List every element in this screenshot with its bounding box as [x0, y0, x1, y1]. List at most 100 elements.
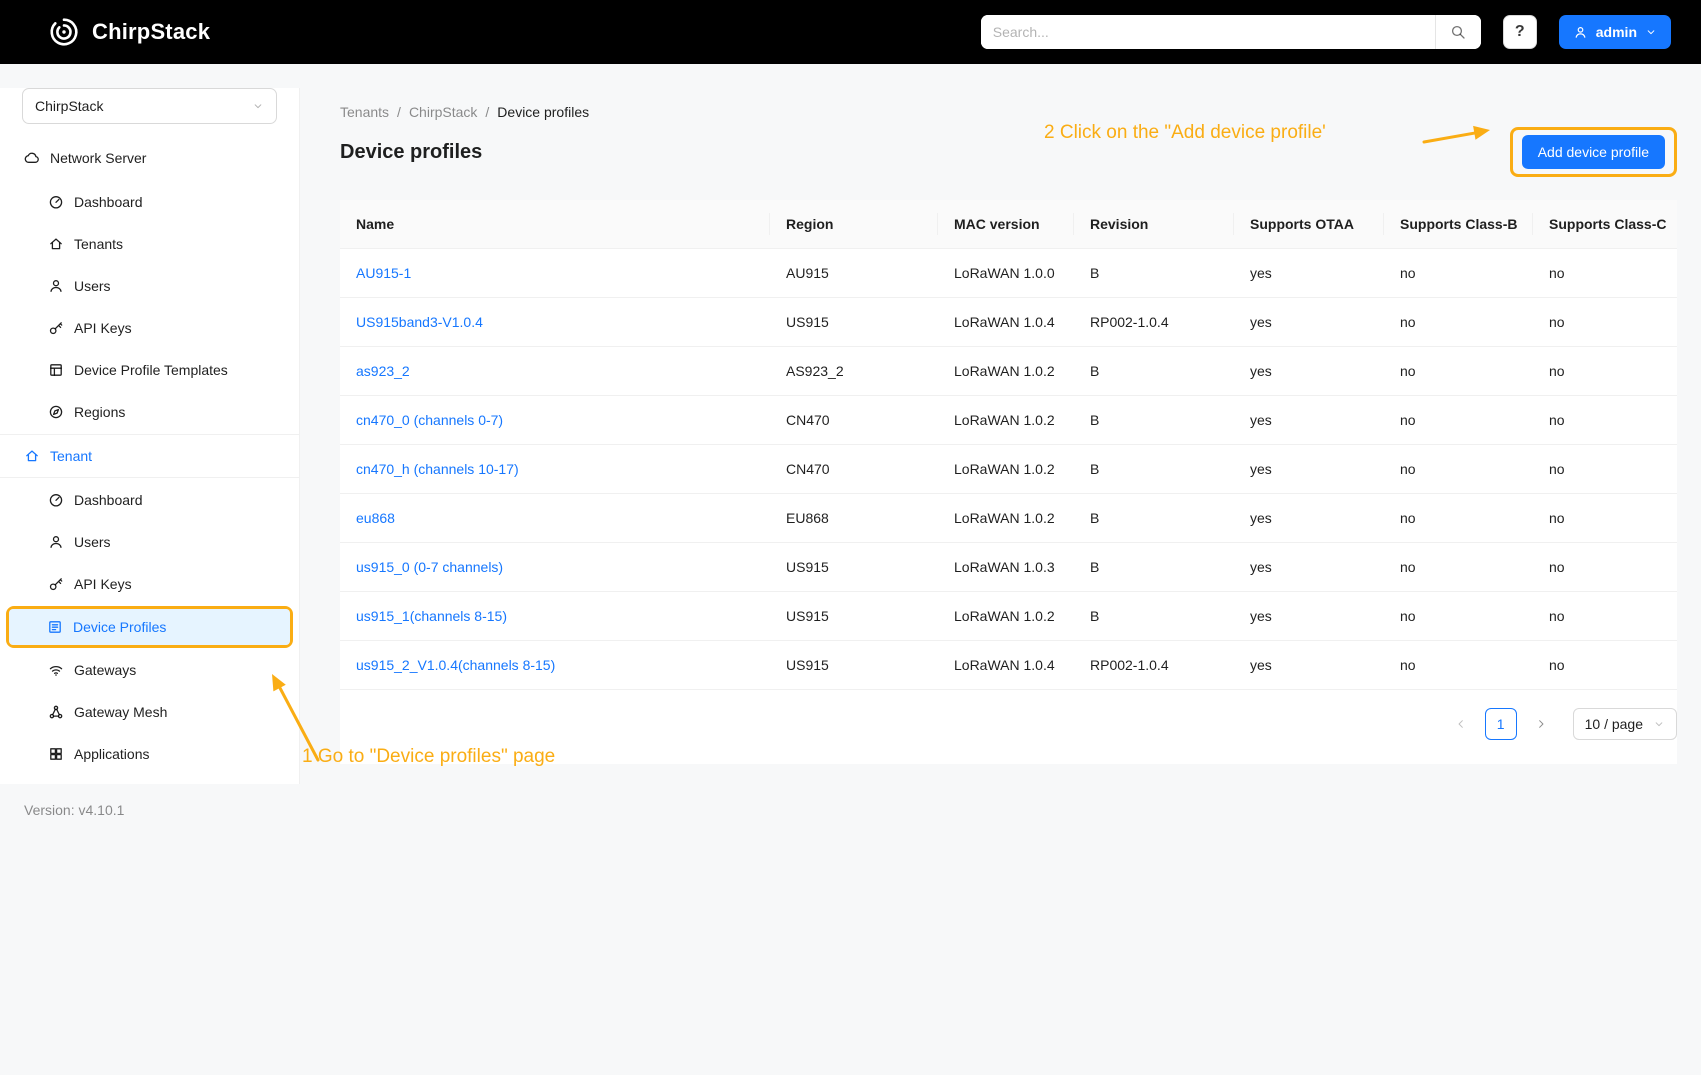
next-page-button[interactable] [1525, 708, 1557, 740]
device-profile-link[interactable]: us915_0 (0-7 channels) [340, 543, 770, 592]
column-header-revision: Revision [1074, 200, 1234, 249]
chevron-down-icon [1645, 26, 1657, 38]
table-cell: B [1074, 347, 1234, 396]
version-label: Version: v4.10.1 [0, 784, 300, 836]
sidebar-item-tenants[interactable]: Tenants [10, 224, 289, 264]
table-cell: RP002-1.0.4 [1074, 298, 1234, 347]
table-cell: LoRaWAN 1.0.4 [938, 641, 1074, 690]
sidebar-group-label: Tenant [50, 448, 92, 464]
sidebar-item-label: API Keys [74, 320, 132, 336]
sidebar-item-label: Users [74, 278, 111, 294]
key-icon [48, 576, 64, 592]
table-cell: LoRaWAN 1.0.2 [938, 592, 1074, 641]
sidebar-item-users[interactable]: Users [10, 522, 289, 562]
page-size-select[interactable]: 10 / page [1573, 708, 1677, 740]
table-cell: yes [1234, 396, 1384, 445]
device-profile-link[interactable]: US915band3-V1.0.4 [340, 298, 770, 347]
sidebar-item-label: Applications [74, 746, 150, 762]
device-profile-link[interactable]: us915_1(channels 8-15) [340, 592, 770, 641]
search-button[interactable] [1435, 15, 1481, 49]
breadcrumb-item-chirpstack[interactable]: ChirpStack [409, 104, 477, 120]
cloud-icon [24, 150, 40, 166]
table-cell: CN470 [770, 445, 938, 494]
table-cell: no [1384, 494, 1533, 543]
profile-icon [47, 619, 63, 635]
device-profiles-table-card: NameRegionMAC versionRevisionSupports OT… [340, 200, 1677, 764]
column-header-mac-version: MAC version [938, 200, 1074, 249]
device-profile-link[interactable]: cn470_0 (channels 0-7) [340, 396, 770, 445]
sidebar-item-device-profiles[interactable]: Device Profiles [9, 609, 290, 645]
sidebar-item-api-keys[interactable]: API Keys [10, 308, 289, 348]
device-profile-link[interactable]: cn470_h (channels 10-17) [340, 445, 770, 494]
search-input[interactable] [981, 15, 1435, 49]
chirpstack-app: ChirpStack ? admin ChirpStack Network Se… [0, 0, 1701, 1075]
sidebar-item-label: Dashboard [74, 492, 143, 508]
sidebar-item-dashboard[interactable]: Dashboard [10, 480, 289, 520]
table-cell: B [1074, 249, 1234, 298]
table-cell: no [1533, 641, 1677, 690]
sidebar-item-applications[interactable]: Applications [10, 734, 289, 774]
breadcrumb-item-tenants[interactable]: Tenants [340, 104, 389, 120]
device-profiles-table: NameRegionMAC versionRevisionSupports OT… [340, 200, 1677, 690]
table-cell: yes [1234, 445, 1384, 494]
wifi-icon [48, 662, 64, 678]
sidebar-group-network-server[interactable]: Network Server [0, 136, 299, 180]
annotation-step-2: 2 Click on the "Add device profile' [1044, 122, 1326, 144]
table-cell: LoRaWAN 1.0.2 [938, 445, 1074, 494]
user-icon [1573, 25, 1588, 40]
table-cell: yes [1234, 249, 1384, 298]
table-cell: US915 [770, 298, 938, 347]
table-cell: no [1384, 641, 1533, 690]
sidebar-item-label: Device Profiles [73, 619, 166, 635]
table-cell: no [1384, 347, 1533, 396]
top-header: ChirpStack ? admin [0, 0, 1701, 64]
sidebar-item-gateways[interactable]: Gateways [10, 650, 289, 690]
sidebar-item-device-profile-templates[interactable]: Device Profile Templates [10, 350, 289, 390]
table-cell: yes [1234, 543, 1384, 592]
table-cell: B [1074, 494, 1234, 543]
tenant-select[interactable]: ChirpStack [22, 88, 277, 124]
table-cell: no [1384, 592, 1533, 641]
device-profile-link[interactable]: us915_2_V1.0.4(channels 8-15) [340, 641, 770, 690]
sidebar-item-label: API Keys [74, 576, 132, 592]
table-row: cn470_0 (channels 0-7)CN470LoRaWAN 1.0.2… [340, 396, 1677, 445]
sidebar-group-tenant[interactable]: Tenant [0, 434, 299, 478]
table-cell: no [1384, 445, 1533, 494]
help-button[interactable]: ? [1503, 15, 1537, 49]
table-cell: no [1533, 396, 1677, 445]
chevron-down-icon [252, 100, 264, 112]
sidebar-item-dashboard[interactable]: Dashboard [10, 182, 289, 222]
table-row: cn470_h (channels 10-17)CN470LoRaWAN 1.0… [340, 445, 1677, 494]
sidebar-item-users[interactable]: Users [10, 266, 289, 306]
annotation-step-1: 1 Go to "Device profiles" page [302, 746, 555, 768]
device-profile-link[interactable]: as923_2 [340, 347, 770, 396]
table-cell: B [1074, 543, 1234, 592]
annotation-highlight-box-sidebar: Device Profiles [6, 606, 293, 648]
sidebar-item-label: Gateways [74, 662, 136, 678]
brand[interactable]: ChirpStack [46, 14, 210, 50]
table-cell: US915 [770, 641, 938, 690]
device-profile-link[interactable]: AU915-1 [340, 249, 770, 298]
table-row: us915_2_V1.0.4(channels 8-15)US915LoRaWA… [340, 641, 1677, 690]
sidebar-item-regions[interactable]: Regions [10, 392, 289, 432]
chevron-left-icon [1455, 718, 1467, 730]
table-cell: LoRaWAN 1.0.2 [938, 396, 1074, 445]
previous-page-button[interactable] [1445, 708, 1477, 740]
table-cell: no [1384, 298, 1533, 347]
sidebar-item-label: Tenants [74, 236, 123, 252]
column-header-supports-otaa: Supports OTAA [1234, 200, 1384, 249]
user-menu-button[interactable]: admin [1559, 15, 1671, 49]
page-number[interactable]: 1 [1485, 708, 1517, 740]
breadcrumb: Tenants/ChirpStack/Device profiles [340, 104, 1677, 120]
table-cell: LoRaWAN 1.0.0 [938, 249, 1074, 298]
dashboard-icon [48, 194, 64, 210]
table-cell: no [1533, 543, 1677, 592]
add-device-profile-button[interactable]: Add device profile [1522, 135, 1665, 169]
table-cell: no [1533, 494, 1677, 543]
dashboard-icon [48, 492, 64, 508]
table-row: US915band3-V1.0.4US915LoRaWAN 1.0.4RP002… [340, 298, 1677, 347]
sidebar-item-api-keys[interactable]: API Keys [10, 564, 289, 604]
device-profile-link[interactable]: eu868 [340, 494, 770, 543]
table-row: us915_0 (0-7 channels)US915LoRaWAN 1.0.3… [340, 543, 1677, 592]
sidebar-item-gateway-mesh[interactable]: Gateway Mesh [10, 692, 289, 732]
